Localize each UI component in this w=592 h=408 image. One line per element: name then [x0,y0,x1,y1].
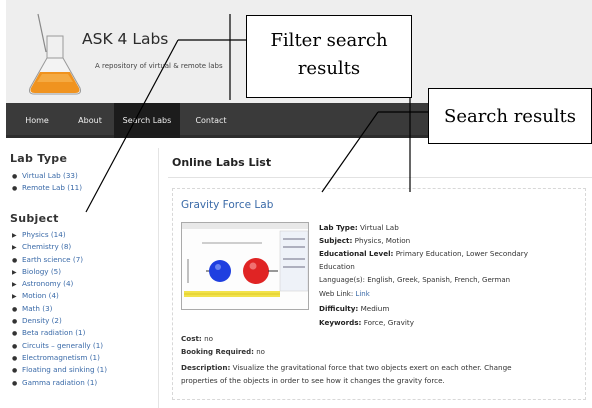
filter-item-subject[interactable]: ▶ Motion (4) [12,290,107,302]
subject-filter-list: ▶ Physics (14) ▶ Chemistry (8) ● Earth scienc… [12,229,107,389]
description-continued: properties of the objects in order to se… [181,376,445,385]
filter-item-subject[interactable]: ● Gamma radiation (1) [12,377,107,389]
search-results-callout: Search results [428,88,592,144]
filter-item-subject[interactable]: ● Density (2) [12,315,107,327]
filter-item-label: Electromagnetism (1) [22,352,100,362]
subject-field: Subject: Physics, Motion [319,236,411,245]
nav-about[interactable]: About [68,103,112,138]
filter-item-subject[interactable]: ▶ Chemistry (8) [12,241,107,253]
filter-item-label: Biology (5) [22,266,62,276]
filter-item-label: Density (2) [22,316,62,326]
subject-heading: Subject [10,212,59,225]
nav-home[interactable]: Home [6,103,64,138]
expand-arrow-icon: ▶ [12,244,17,252]
filter-item-subject[interactable]: ▶ Biology (5) [12,266,107,278]
booking-field: Booking Required: no [181,348,265,356]
languages-field: Language(s): English, Greek, Spanish, Fr… [319,276,511,284]
edu-level-field: Educational Level: Primary Education, Lo… [319,249,528,258]
lab-type-heading: Lab Type [10,152,68,165]
page-title: Online Labs List [172,156,272,169]
filter-item-virtual-lab[interactable]: ● Virtual Lab (33) [12,170,82,182]
lab-title-link[interactable]: Gravity Force Lab [181,199,273,211]
filter-item-subject[interactable]: ● Math (3) [12,303,107,315]
filter-item-subject[interactable]: ● Electromagnetism (1) [12,352,107,364]
filter-search-results-callout: Filter search results [246,15,412,98]
filter-item-subject[interactable]: ▶ Physics (14) [12,229,107,241]
filter-item-remote-lab[interactable]: ● Remote Lab (11) [12,182,82,194]
lab-thumbnail[interactable] [181,222,309,310]
filter-item-label: Math (3) [22,303,53,313]
description-field: Description: Visualize the gravitational… [181,363,512,372]
filter-item-label: Virtual Lab (33) [22,171,78,180]
web-link-field: Web Link: Link [319,290,370,298]
callout-line: results [297,58,361,79]
bullet-icon: ● [12,185,18,193]
filter-item-label: Floating and sinking (1) [22,365,107,375]
edu-level-continued: Education [319,262,355,271]
lab-type-field: Lab Type: Virtual Lab [319,223,399,232]
cost-field: Cost: no [181,334,214,343]
gravity-simulation-image [182,223,308,297]
filter-item-subject[interactable]: ● Circuits – generally (1) [12,340,107,352]
filter-item-subject[interactable]: ▶ Astronomy (4) [12,278,107,290]
bullet-icon: ● [12,367,18,375]
site-tagline: A repository of virtual & remote labs [95,62,223,70]
flask-logo-icon [29,13,81,95]
expand-arrow-icon: ▶ [12,293,17,301]
filter-item-label: Astronomy (4) [22,279,74,289]
filter-item-label: Earth science (7) [22,254,84,264]
filter-item-label: Beta radiation (1) [22,328,86,338]
title-divider [168,177,592,178]
bullet-icon: ● [12,330,18,338]
nav-contact[interactable]: Contact [186,103,236,138]
keywords-field: Keywords: Force, Gravity [319,318,415,327]
nav-search-labs[interactable]: Search Labs [114,103,180,138]
callout-line: Filter search [270,30,388,51]
lab-type-filter-list: ● Virtual Lab (33) ● Remote Lab (11) [12,170,82,195]
filter-item-label: Motion (4) [22,291,59,301]
site-title[interactable]: ASK 4 Labs [82,30,168,48]
filter-item-subject[interactable]: ● Beta radiation (1) [12,327,107,339]
filter-item-subject[interactable]: ● Earth science (7) [12,254,107,266]
filter-item-label: Circuits – generally (1) [22,340,104,350]
filter-item-label: Chemistry (8) [22,242,72,252]
bullet-icon: ● [12,379,18,387]
web-link[interactable]: Link [355,290,369,298]
difficulty-field: Difficulty: Medium [319,304,390,313]
filter-item-label: Physics (14) [22,230,66,239]
filter-item-label: Gamma radiation (1) [22,377,98,387]
filter-item-subject[interactable]: ● Floating and sinking (1) [12,364,107,376]
filter-item-label: Remote Lab (11) [22,183,83,193]
